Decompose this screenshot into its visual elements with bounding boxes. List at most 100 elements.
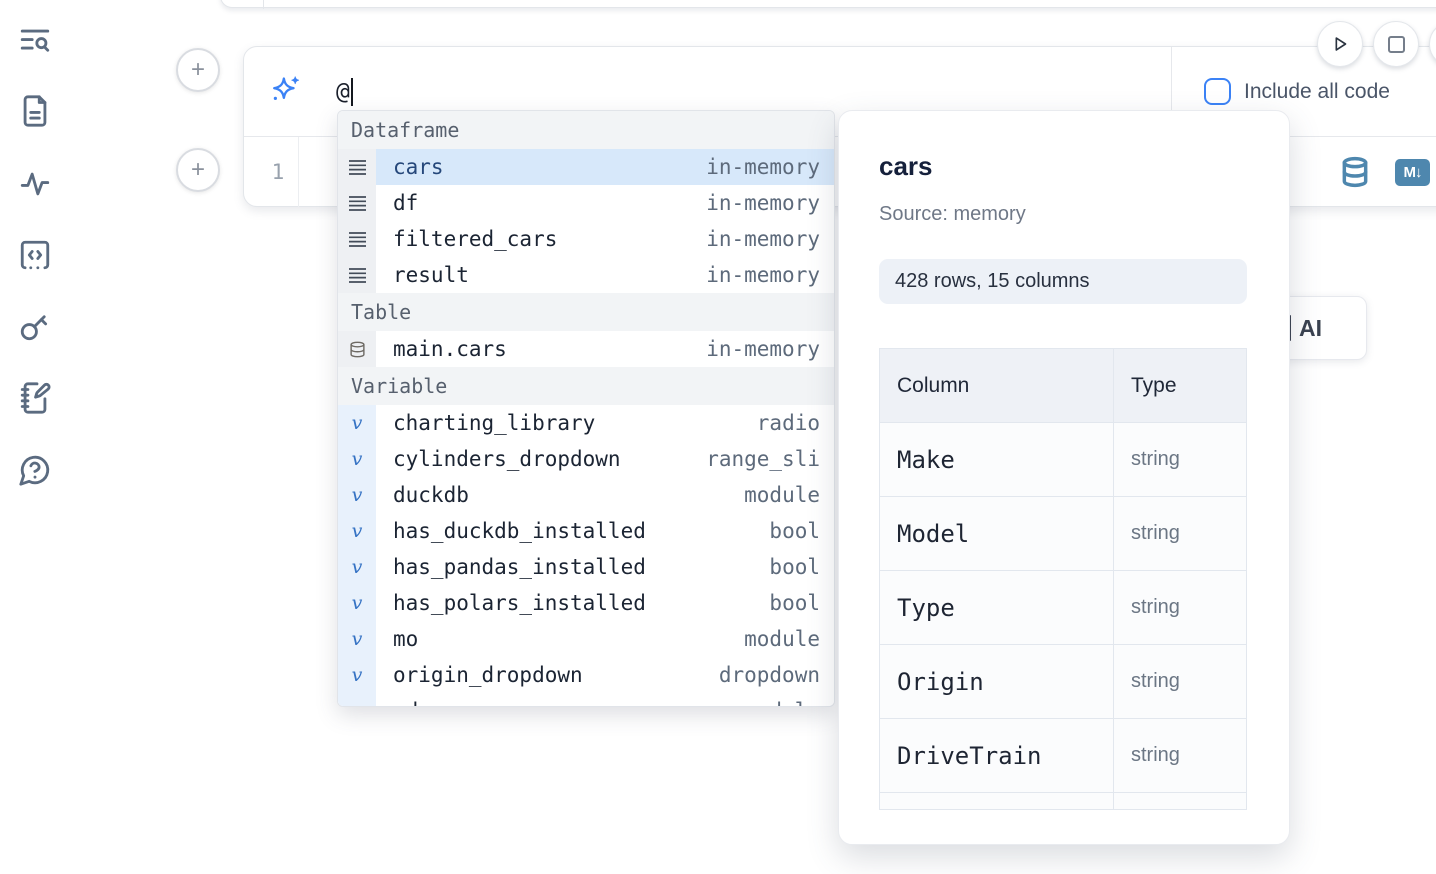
previous-cell-divider [263, 0, 264, 9]
autocomplete-item-df[interactable]: df in-memory [338, 185, 834, 221]
item-detail: module [732, 627, 820, 651]
item-name: has_duckdb_installed [393, 519, 646, 543]
include-all-code-checkbox[interactable] [1204, 78, 1231, 105]
item-detail: radio [745, 411, 820, 435]
column-name: Type [897, 594, 955, 622]
scratchpad-notebook-icon[interactable] [18, 381, 54, 417]
column-type: string [1131, 670, 1180, 693]
item-name: cars [393, 155, 444, 179]
item-detail: in-memory [694, 227, 820, 251]
preview-title: cars [879, 151, 933, 182]
line-number: 1 [264, 137, 292, 207]
column-header: Column [897, 374, 969, 398]
file-document-icon[interactable] [18, 94, 54, 130]
item-name: df [393, 191, 418, 215]
schema-row-type: Type string [880, 571, 1246, 645]
autocomplete-dropdown: Dataframe cars in-memory df in-memory filt… [337, 110, 835, 707]
schema-table: Column Type Make string Model string Typ… [879, 348, 1247, 810]
item-name: pd [393, 699, 418, 707]
variable-icon: v [338, 477, 376, 513]
autocomplete-item-result[interactable]: result in-memory [338, 257, 834, 293]
help-chat-icon[interactable] [18, 453, 54, 489]
item-detail: in-memory [694, 337, 820, 361]
autocomplete-item-mo[interactable]: v mo module [338, 621, 834, 657]
item-detail: in-memory [694, 191, 820, 215]
autocomplete-item-main-cars[interactable]: main.carsin-memory [338, 331, 834, 367]
autocomplete-item-has-pandas-installed[interactable]: v has_pandas_installedbool [338, 549, 834, 585]
dataframe-icon [338, 221, 376, 257]
dataframe-preview-panel: cars Source: memory 428 rows, 15 columns… [838, 110, 1290, 845]
table-database-icon [338, 331, 376, 367]
item-detail: range_sli [694, 447, 820, 471]
schema-row-model: Model string [880, 497, 1246, 571]
variable-icon: v [338, 585, 376, 621]
autocomplete-item-duckdb[interactable]: v duckdb module [338, 477, 834, 513]
item-detail: in-memory [694, 155, 820, 179]
ai-button-label: AI [1299, 315, 1322, 342]
activity-pulse-icon[interactable] [18, 167, 54, 203]
autocomplete-item-cars[interactable]: cars in-memory [338, 149, 834, 185]
preview-shape-badge: 428 rows, 15 columns [879, 259, 1247, 304]
item-detail: in-memory [694, 263, 820, 287]
schema-header-row: Column Type [880, 349, 1246, 423]
add-cell-above-button[interactable]: + [176, 48, 220, 92]
item-detail: dropdown [707, 663, 820, 687]
ai-sparkle-icon [268, 74, 302, 108]
item-detail: module [732, 483, 820, 507]
item-name: filtered_cars [393, 227, 557, 251]
variable-icon: v [338, 441, 376, 477]
autocomplete-item-has-duckdb-installed[interactable]: v has_duckdb_installed bool [338, 513, 834, 549]
item-name: has_pandas_installed [393, 555, 646, 579]
datasource-database-icon[interactable] [1339, 156, 1371, 188]
run-cell-button[interactable] [1317, 21, 1363, 67]
item-detail: module [732, 699, 820, 707]
autocomplete-item-cylinders-dropdown[interactable]: v cylinders_dropdownrange_sli [338, 441, 834, 477]
code-snippets-icon[interactable] [18, 238, 54, 274]
variable-icon: v [338, 657, 376, 693]
variable-icon: v [338, 513, 376, 549]
autocomplete-section-dataframe: Dataframe [338, 111, 834, 149]
item-detail: bool [757, 519, 820, 543]
stop-icon [1388, 36, 1405, 53]
item-name: mo [393, 627, 418, 651]
column-type: string [1131, 744, 1180, 767]
schema-row-partial [880, 793, 1246, 810]
notebook-page: + + @ Include all code 1 [0, 0, 1436, 874]
dataframe-icon [338, 185, 376, 221]
autocomplete-item-filtered-cars[interactable]: filtered_cars in-memory [338, 221, 834, 257]
item-name: charting_library [393, 411, 595, 435]
add-cell-below-button[interactable]: + [176, 148, 220, 192]
table-of-contents-search-icon[interactable] [18, 24, 54, 60]
schema-row-drivetrain: DriveTrain string [880, 719, 1246, 793]
convert-to-markdown-icon[interactable]: M↓ [1395, 159, 1430, 186]
previous-cell-partial[interactable] [220, 0, 1436, 8]
stop-cell-button[interactable] [1373, 21, 1419, 67]
item-detail: bool [757, 591, 820, 615]
item-name: result [393, 263, 469, 287]
variable-icon: v [338, 405, 376, 441]
gutter-divider [298, 137, 299, 207]
autocomplete-item-has-polars-installed[interactable]: v has_polars_installed bool [338, 585, 834, 621]
item-name: duckdb [393, 483, 469, 507]
column-type: string [1131, 448, 1180, 471]
variable-icon: v [338, 621, 376, 657]
column-name: DriveTrain [897, 742, 1042, 770]
variable-icon: v [338, 693, 376, 707]
left-sidebar [0, 0, 72, 874]
autocomplete-item-pd-partial[interactable]: v pd module [338, 693, 834, 707]
ai-prompt-text: @ [336, 76, 353, 108]
item-name: origin_dropdown [393, 663, 583, 687]
schema-row-make: Make string [880, 423, 1246, 497]
column-type: string [1131, 522, 1180, 545]
autocomplete-item-origin-dropdown[interactable]: v origin_dropdown dropdown [338, 657, 834, 693]
dataframe-icon [338, 257, 376, 293]
column-name: Make [897, 446, 955, 474]
include-all-code-label: Include all code [1244, 80, 1390, 104]
variable-icon: v [338, 549, 376, 585]
preview-source: Source: memory [879, 203, 1026, 226]
type-header: Type [1131, 374, 1177, 398]
autocomplete-item-charting-library[interactable]: v charting_library radio [338, 405, 834, 441]
secrets-key-icon[interactable] [18, 309, 54, 345]
dataframe-icon [338, 149, 376, 185]
item-name: has_polars_installed [393, 591, 646, 615]
